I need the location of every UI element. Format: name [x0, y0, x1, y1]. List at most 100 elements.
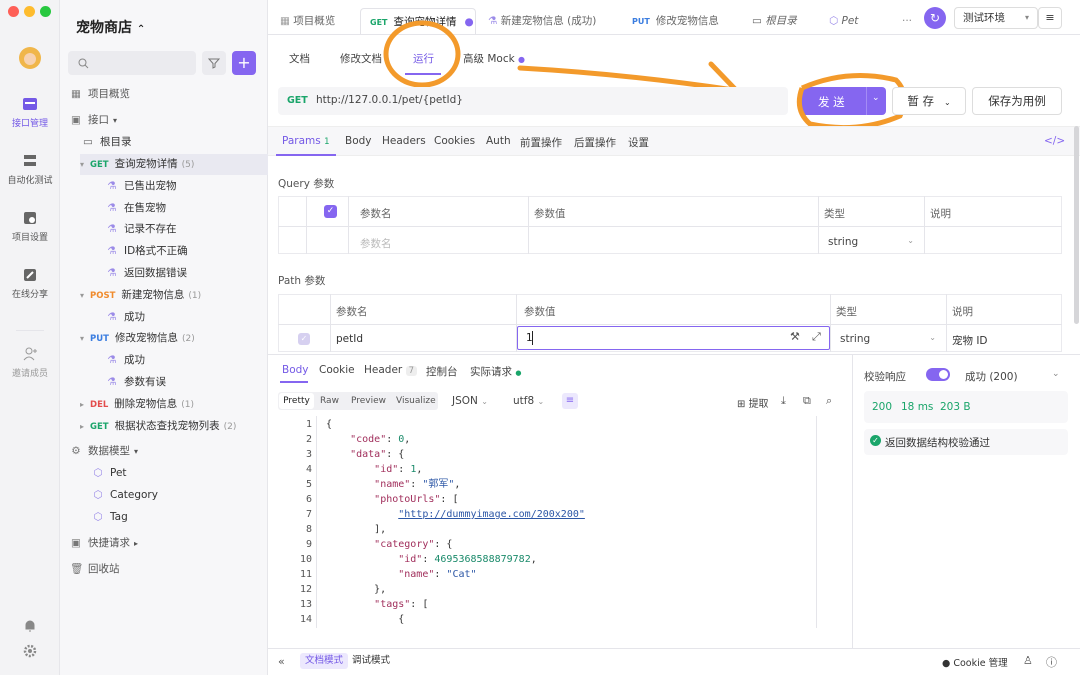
rail-item-project-settings[interactable]: 项目设置 — [0, 210, 60, 243]
magic-wand-icon[interactable]: ⚒ — [790, 330, 800, 343]
type-label: string — [828, 236, 859, 248]
menu-button[interactable]: ≡ — [1038, 7, 1062, 29]
bell-icon[interactable] — [23, 619, 37, 633]
sidebar-section-models[interactable]: ⚙ 数据模型 ▾ — [70, 441, 278, 462]
description-input[interactable] — [930, 229, 1058, 251]
gear-icon[interactable] — [23, 644, 37, 658]
line-number: 5 — [305, 479, 312, 490]
api-endpoint-item[interactable]: ▾ POST 新建宠物信息 (1) — [80, 285, 268, 306]
tab-cookies[interactable]: Cookies — [434, 135, 475, 147]
format-tab-pretty[interactable]: Pretty — [279, 393, 314, 409]
filter-button[interactable] — [202, 51, 226, 75]
response-tab-cookie[interactable]: Cookie — [319, 364, 355, 376]
environment-select[interactable]: 测试环境 ▾ — [954, 7, 1038, 29]
format-tab-preview[interactable]: Preview — [351, 393, 386, 409]
rail-item-auto-test[interactable]: 自动化测试 — [0, 153, 60, 186]
expand-icon[interactable]: ⤢ — [812, 330, 821, 344]
rail-item-invite[interactable]: 邀请成员 — [0, 346, 60, 379]
avatar[interactable] — [19, 47, 41, 69]
tab-headers[interactable]: Headers — [382, 135, 426, 147]
chevron-down-icon: ▸ — [80, 421, 85, 431]
extract-button[interactable]: ⊞ 提取 — [737, 395, 769, 410]
response-tab-actual-request[interactable]: 实际请求 ● — [470, 364, 521, 379]
shirt-icon[interactable]: ♙ — [1023, 654, 1033, 667]
copy-icon[interactable]: ⧉ — [803, 394, 811, 408]
sidebar-item-root[interactable]: ▭ 根目录 — [82, 132, 290, 153]
api-endpoint-item[interactable]: ▾ GET 查询宠物详情 (5) — [80, 154, 268, 175]
format-select[interactable]: JSON ⌄ — [452, 395, 488, 407]
tab-doc[interactable]: 文档 — [289, 51, 310, 66]
row-checkbox[interactable]: ✓ — [298, 333, 310, 345]
method-select[interactable]: GET — [287, 95, 308, 106]
api-endpoint-item[interactable]: ▸ GET 根据状态查找宠物列表 (2) — [80, 416, 268, 437]
minimize-window-icon[interactable] — [24, 6, 35, 17]
response-tab-console[interactable]: 控制台 — [426, 364, 458, 379]
code-icon[interactable]: </> — [1044, 135, 1065, 147]
chevron-down-icon[interactable]: ⌄ — [1052, 369, 1060, 379]
tab-root[interactable]: ▭ 根目录 — [752, 8, 797, 34]
url-bar[interactable]: GET http://127.0.0.1/pet/{petId} — [278, 87, 788, 115]
sidebar-item-label: 快捷请求 — [88, 537, 130, 549]
param-name-input[interactable]: 参数名 — [360, 236, 392, 251]
tab-auth[interactable]: Auth — [486, 135, 511, 147]
tab-body[interactable]: Body — [345, 135, 372, 147]
maximize-window-icon[interactable] — [40, 6, 51, 17]
scrollbar[interactable] — [1074, 126, 1079, 324]
type-select[interactable]: string ⌄ — [828, 236, 918, 248]
collapse-sidebar-icon[interactable]: « — [278, 655, 285, 668]
tab-overview[interactable]: ▦ 项目概览 — [280, 8, 335, 34]
select-all-checkbox[interactable]: ✓ — [324, 205, 337, 218]
save-button[interactable]: 暂 存 ⌄ — [892, 87, 966, 115]
validation-result-select[interactable]: 成功 (200) — [965, 369, 1018, 384]
dot-icon: ● — [515, 369, 522, 377]
format-tab-raw[interactable]: Raw — [320, 393, 339, 409]
search-icon[interactable]: ⌕ — [826, 394, 832, 408]
debug-mode-button[interactable]: 调试模式 — [352, 653, 390, 669]
search-input[interactable] — [68, 51, 196, 75]
tab-pre-ops[interactable]: 前置操作 — [520, 135, 562, 150]
sidebar-item-trash[interactable]: 🗑 回收站 — [70, 559, 278, 580]
wrap-lines-icon[interactable]: ≡ — [562, 393, 578, 409]
code-line: { — [326, 419, 333, 430]
tab-edit-doc[interactable]: 修改文档 — [340, 51, 382, 66]
api-endpoint-item[interactable]: ▸ DEL 删除宠物信息 (1) — [80, 394, 268, 415]
rail-item-api-management[interactable]: 接口管理 — [0, 96, 60, 129]
cookie-manager-button[interactable]: ● Cookie 管理 — [942, 655, 1008, 669]
sync-button[interactable]: ↻ — [924, 7, 946, 29]
doc-mode-button[interactable]: 文档模式 — [300, 653, 349, 669]
encoding-select[interactable]: utf8 ⌄ — [513, 395, 544, 407]
sidebar-section-quick[interactable]: ▣ 快捷请求 ▸ — [70, 533, 278, 554]
url-input[interactable]: http://127.0.0.1/pet/{petId} — [316, 94, 463, 106]
add-button[interactable]: + — [232, 51, 256, 75]
more-tabs-button[interactable]: ··· — [902, 8, 912, 34]
project-title[interactable]: 宠物商店 ⌃ — [76, 17, 145, 37]
tab-params[interactable]: Params 1 — [282, 135, 330, 147]
format-tab-visualize[interactable]: Visualize — [396, 393, 436, 409]
save-as-case-button[interactable]: 保存为用例 — [972, 87, 1062, 115]
response-tab-body[interactable]: Body — [282, 364, 309, 376]
project-title-text: 宠物商店 — [76, 20, 132, 36]
tab-put-pet[interactable]: PUT 修改宠物信息 — [632, 8, 719, 34]
sidebar-section-api[interactable]: ▣ 接口 ▾ — [70, 110, 278, 131]
path-param-value-input[interactable]: 1 ⚒ ⤢ — [517, 326, 830, 350]
sidebar-item-overview[interactable]: ▦ 项目概览 — [70, 84, 278, 105]
download-icon[interactable]: ⤓ — [781, 394, 786, 408]
tab-settings[interactable]: 设置 — [628, 135, 649, 150]
rail-item-share[interactable]: 在线分享 — [0, 267, 60, 300]
param-value-input[interactable] — [534, 229, 814, 251]
tab-new-pet[interactable]: ⚗ 新建宠物信息 (成功) — [488, 8, 596, 34]
response-code-editor[interactable]: 1 {2 "code": 0, 3 "data": {4 "id": 1, 5 "na… — [278, 416, 840, 628]
tab-pet-model[interactable]: ⬡ Pet — [829, 8, 858, 34]
close-window-icon[interactable] — [8, 6, 19, 17]
validation-toggle[interactable] — [926, 368, 950, 381]
path-param-name[interactable]: petId — [336, 333, 363, 345]
api-endpoint-item[interactable]: ▾ PUT 修改宠物信息 (2) — [80, 328, 268, 349]
test-case-name: 返回数据错误 — [124, 267, 187, 279]
tab-post-ops[interactable]: 后置操作 — [574, 135, 616, 150]
path-param-description[interactable]: 宠物 ID — [952, 333, 988, 348]
cube-icon: ⬡ — [93, 511, 103, 523]
response-tab-header[interactable]: Header 7 — [364, 364, 417, 376]
code-line: ], — [326, 524, 387, 535]
help-icon[interactable]: ⓘ — [1046, 654, 1057, 670]
type-select[interactable]: string ⌄ — [840, 333, 940, 345]
